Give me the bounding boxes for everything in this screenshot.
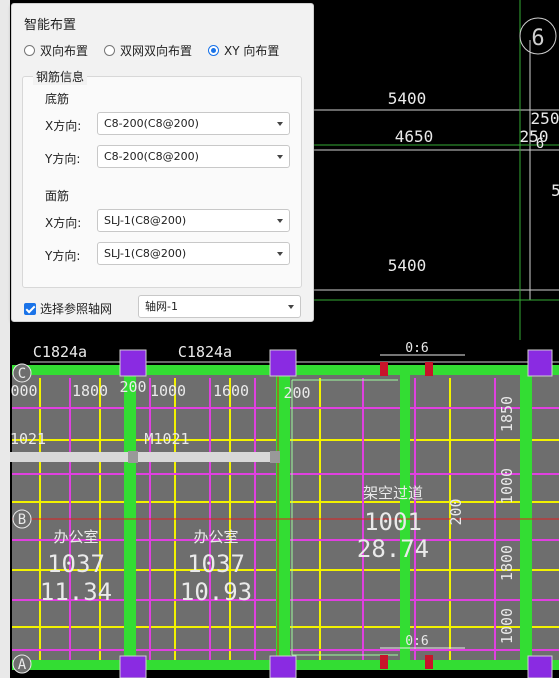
ref-axis-checkbox-row[interactable]: 选择参照轴网 <box>24 300 112 317</box>
axis-label-6-small: 6 <box>536 136 544 152</box>
radio-dot[interactable] <box>24 45 35 56</box>
radio-xy[interactable]: XY 向布置 <box>208 42 279 59</box>
tag-06-bottom: 0:6 <box>405 634 428 649</box>
chevron-down-icon <box>277 252 283 256</box>
door-label-1021: 1021 <box>10 430 46 448</box>
room-1-code: 1037 <box>47 550 105 578</box>
radio-bidirectional[interactable]: 双向布置 <box>24 42 88 59</box>
edge-digit: 5 <box>551 181 559 200</box>
dim-250-a: 250 <box>531 109 559 128</box>
room-1-name: 办公室 <box>53 528 98 546</box>
bottom-y-select[interactable]: C8-200(C8@200) <box>97 145 290 168</box>
room-2-name: 办公室 <box>193 528 238 546</box>
wall-node-1 <box>128 451 138 463</box>
ref-axis-select[interactable]: 轴网-1 <box>138 295 301 318</box>
select-value: 轴网-1 <box>145 300 178 313</box>
axis-label-b: B <box>18 512 26 528</box>
chevron-down-icon <box>277 122 283 126</box>
dim-5400-top: 5400 <box>388 89 427 108</box>
dim-1800-a: 1800 <box>72 382 108 400</box>
wall-node-2 <box>270 451 280 463</box>
radio-label: 双网双向布置 <box>120 44 193 58</box>
axis-label-6: 6 <box>531 26 544 51</box>
chevron-down-icon <box>288 305 294 309</box>
checkbox-checked[interactable] <box>24 302 36 315</box>
room-3-area: 28.74 <box>357 535 429 563</box>
room-2-code: 1037 <box>187 550 245 578</box>
bottom-x-label: X方向: <box>45 119 82 133</box>
ref-axis-label: 选择参照轴网 <box>40 302 113 316</box>
rebar-info-group: 钢筋信息 底筋 X方向: C8-200(C8@200) Y方向: C8-200(… <box>22 68 302 288</box>
radio-label: XY 向布置 <box>224 44 280 58</box>
window-label-1: C1824a <box>33 343 87 361</box>
radio-dot[interactable] <box>104 45 116 56</box>
bottom-x-select[interactable]: C8-200(C8@200) <box>97 112 290 135</box>
dim-1000-b: 1000 <box>498 468 516 504</box>
wall-strip <box>10 452 278 462</box>
radio-dot-selected[interactable] <box>208 45 220 56</box>
axis-label-c: C <box>18 366 26 382</box>
dim-1600: 1600 <box>213 382 249 400</box>
top-x-select[interactable]: SLJ-1(C8@200) <box>97 209 290 232</box>
select-value: C8-200(C8@200) <box>104 150 199 163</box>
bottom-y-label: Y方向: <box>45 152 81 166</box>
dim-1000-c: 1000 <box>498 608 516 644</box>
panel-title: 智能布置 <box>24 18 77 33</box>
dim-200-a: 200 <box>119 378 146 396</box>
dim-5400-mid: 5400 <box>388 256 427 275</box>
room-1-area: 11.34 <box>40 578 112 606</box>
top-y-label: Y方向: <box>45 249 81 263</box>
select-value: SLJ-1(C8@200) <box>104 214 187 227</box>
tag-06-top: 0:6 <box>405 341 428 356</box>
bottom-rebar-title: 底筋 <box>45 92 70 106</box>
dim-200-b: 200 <box>283 384 310 402</box>
layout-mode-radios: 双向布置 双网双向布置 XY 向布置 <box>24 42 295 59</box>
radio-double-net[interactable]: 双网双向布置 <box>104 42 192 59</box>
top-rebar-title: 面筋 <box>45 189 70 203</box>
smart-layout-panel: 智能布置 双向布置 双网双向布置 XY 向布置 钢筋信息 底筋 X方向: C8-… <box>11 3 314 322</box>
dim-200-vertical: 200 <box>447 498 465 525</box>
room-3-name: 架空过道 <box>363 484 423 502</box>
select-value: C8-200(C8@200) <box>104 117 199 130</box>
dim-1000-a: 1000 <box>150 382 186 400</box>
room-2-area: 10.93 <box>180 578 252 606</box>
room-3-code: 1001 <box>364 508 422 536</box>
door-label-m1021: M1021 <box>144 430 189 448</box>
chevron-down-icon <box>277 219 283 223</box>
dim-1800-b: 1800 <box>498 545 516 581</box>
window-label-2: C1824a <box>178 343 232 361</box>
select-value: SLJ-1(C8@200) <box>104 247 187 260</box>
axis-label-a: A <box>18 657 27 673</box>
radio-label: 双向布置 <box>40 44 89 58</box>
dim-000: 000 <box>10 382 37 400</box>
dim-4650: 4650 <box>395 127 434 146</box>
top-y-select[interactable]: SLJ-1(C8@200) <box>97 242 290 265</box>
group-title: 钢筋信息 <box>33 68 88 85</box>
dim-1850: 1850 <box>498 396 516 432</box>
top-x-label: X方向: <box>45 216 82 230</box>
chevron-down-icon <box>277 155 283 159</box>
